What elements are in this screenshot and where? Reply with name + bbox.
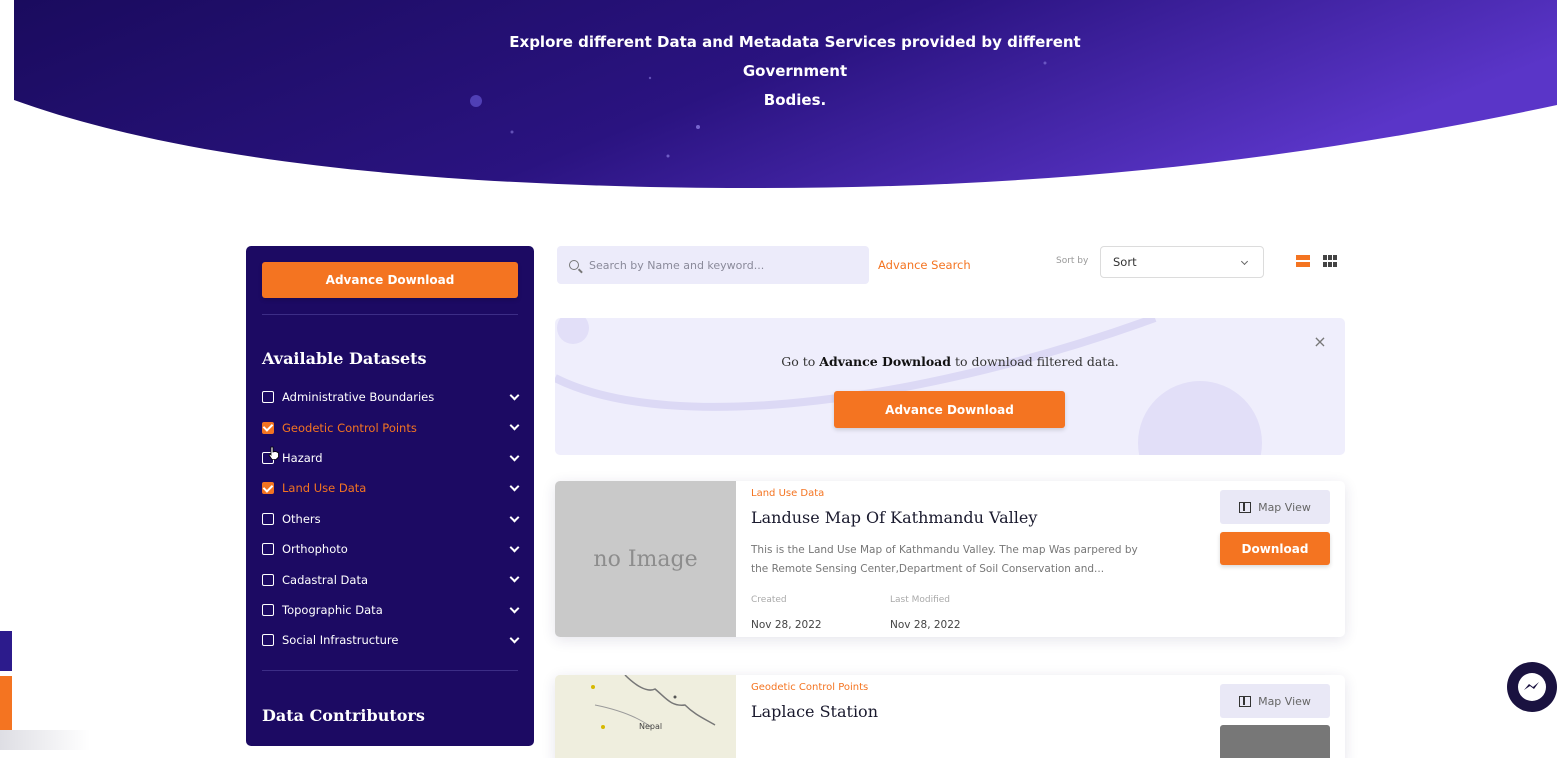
dataset-label: Administrative Boundaries bbox=[282, 390, 435, 405]
map-view-label: Map View bbox=[1258, 500, 1311, 514]
edge-widget-orange[interactable] bbox=[0, 676, 12, 730]
dataset-checkbox[interactable] bbox=[262, 391, 274, 404]
map-icon bbox=[1239, 501, 1252, 513]
chevron-down-icon[interactable] bbox=[509, 542, 520, 553]
created-date: Nov 28, 2022 bbox=[751, 619, 822, 631]
created-label: Created bbox=[751, 595, 787, 605]
chevron-down-icon bbox=[1240, 257, 1249, 266]
hero-tagline-line2: Bodies. bbox=[763, 91, 827, 109]
dataset-label: Orthophoto bbox=[282, 542, 348, 557]
chevron-down-icon[interactable] bbox=[509, 572, 520, 583]
sidebar-divider bbox=[262, 670, 518, 671]
search-bar[interactable] bbox=[557, 246, 869, 284]
dataset-item-others[interactable]: Others bbox=[262, 504, 520, 534]
dataset-item-social-infrastructure[interactable]: Social Infrastructure bbox=[262, 625, 520, 655]
dataset-checkbox[interactable] bbox=[262, 543, 274, 556]
dataset-checkbox[interactable] bbox=[262, 634, 274, 647]
card-category: Land Use Data bbox=[751, 488, 825, 499]
dataset-item-geodetic-control-points[interactable]: Geodetic Control Points bbox=[262, 412, 520, 442]
dataset-label: Cadastral Data bbox=[282, 572, 369, 587]
dataset-checkbox[interactable] bbox=[262, 512, 274, 525]
card-description-line2: the Remote Sensing Center,Department of … bbox=[751, 563, 1105, 575]
data-contributors-heading: Data Contributors bbox=[262, 706, 425, 725]
dataset-item-orthophoto[interactable]: Orthophoto bbox=[262, 534, 520, 564]
available-datasets-heading: Available Datasets bbox=[262, 349, 427, 368]
edge-widget-purple[interactable] bbox=[0, 631, 12, 671]
sidebar-divider bbox=[262, 314, 518, 315]
download-button[interactable] bbox=[1220, 725, 1330, 758]
map-icon bbox=[1239, 695, 1252, 707]
card-description-line1: This is the Land Use Map of Kathmandu Va… bbox=[751, 544, 1138, 556]
chevron-down-icon[interactable] bbox=[509, 481, 520, 492]
page: Explore different Data and Metadata Serv… bbox=[0, 0, 1557, 758]
hand-cursor-icon bbox=[268, 446, 279, 460]
chevron-down-icon[interactable] bbox=[509, 390, 520, 401]
chevron-down-icon[interactable] bbox=[509, 420, 520, 431]
dataset-item-hazard[interactable]: Hazard bbox=[262, 443, 520, 473]
sidebar-advance-download-button[interactable]: Advance Download bbox=[262, 262, 518, 298]
map-view-button[interactable]: Map View bbox=[1220, 490, 1330, 524]
banner-text-bold: Advance Download bbox=[819, 354, 952, 369]
dataset-item-topographic-data[interactable]: Topographic Data bbox=[262, 595, 520, 625]
messenger-chat-button[interactable] bbox=[1507, 662, 1557, 712]
result-card: no Image Land Use Data Landuse Map Of Ka… bbox=[555, 481, 1345, 637]
banner-message: Go to Advance Download to download filte… bbox=[555, 354, 1345, 369]
dataset-checkbox[interactable] bbox=[262, 573, 274, 586]
map-view-label: Map View bbox=[1258, 694, 1311, 708]
filter-sidebar: Advance Download Available Datasets Admi… bbox=[246, 246, 534, 746]
edge-shadow bbox=[0, 730, 90, 750]
card-title[interactable]: Laplace Station bbox=[751, 702, 878, 721]
dataset-label: Geodetic Control Points bbox=[282, 420, 417, 435]
advance-download-banner: Go to Advance Download to download filte… bbox=[555, 318, 1345, 455]
banner-text-before: Go to bbox=[781, 354, 820, 369]
card-category: Geodetic Control Points bbox=[751, 682, 869, 693]
hero-banner: Explore different Data and Metadata Serv… bbox=[0, 0, 1557, 200]
dataset-label: Social Infrastructure bbox=[282, 633, 399, 648]
dataset-label: Hazard bbox=[282, 450, 323, 465]
search-input[interactable] bbox=[589, 258, 849, 272]
list-view-icon[interactable] bbox=[1296, 255, 1310, 267]
dataset-list: Administrative Boundaries Geodetic Contr… bbox=[262, 382, 520, 656]
messenger-icon bbox=[1518, 673, 1546, 701]
dataset-checkbox[interactable] bbox=[262, 421, 274, 434]
grid-view-icon[interactable] bbox=[1323, 255, 1337, 267]
sort-select[interactable]: Sort bbox=[1100, 246, 1264, 278]
dataset-label: Topographic Data bbox=[282, 602, 383, 617]
map-view-button[interactable]: Map View bbox=[1220, 684, 1330, 718]
no-image-placeholder: no Image bbox=[593, 546, 698, 572]
dataset-checkbox[interactable] bbox=[262, 603, 274, 616]
download-button[interactable]: Download bbox=[1220, 532, 1330, 565]
banner-text-after: to download filtered data. bbox=[951, 354, 1119, 369]
advance-search-link[interactable]: Advance Search bbox=[878, 258, 971, 272]
card-description: This is the Land Use Map of Kathmandu Va… bbox=[751, 541, 1201, 579]
dataset-item-administrative-boundaries[interactable]: Administrative Boundaries bbox=[262, 382, 520, 412]
chevron-down-icon[interactable] bbox=[509, 603, 520, 614]
search-icon bbox=[569, 260, 579, 270]
dataset-item-cadastral-data[interactable]: Cadastral Data bbox=[262, 564, 520, 594]
card-title[interactable]: Landuse Map Of Kathmandu Valley bbox=[751, 508, 1037, 527]
dataset-label: Land Use Data bbox=[282, 481, 367, 496]
dataset-label: Others bbox=[282, 511, 321, 526]
result-card: Nepal Geodetic Control Points Laplace St… bbox=[555, 675, 1345, 758]
dataset-checkbox[interactable] bbox=[262, 482, 274, 495]
chevron-down-icon[interactable] bbox=[509, 512, 520, 523]
map-thumbnail-label: Nepal bbox=[639, 722, 662, 731]
chevron-down-icon[interactable] bbox=[509, 633, 520, 644]
hero-tagline: Explore different Data and Metadata Serv… bbox=[460, 28, 1130, 115]
sort-by-label: Sort by bbox=[1056, 256, 1089, 266]
sort-select-value: Sort bbox=[1113, 255, 1137, 269]
banner-decoration bbox=[555, 318, 1262, 455]
last-modified-label: Last Modified bbox=[890, 595, 951, 605]
dataset-item-land-use-data[interactable]: Land Use Data bbox=[262, 473, 520, 503]
card-thumbnail-map[interactable]: Nepal bbox=[555, 675, 736, 758]
last-modified-date: Nov 28, 2022 bbox=[890, 619, 961, 631]
map-thumbnail: Nepal bbox=[555, 675, 736, 758]
banner-advance-download-button[interactable]: Advance Download bbox=[834, 391, 1065, 428]
chevron-down-icon[interactable] bbox=[509, 451, 520, 462]
hero-tagline-line1: Explore different Data and Metadata Serv… bbox=[509, 33, 1081, 80]
close-icon[interactable]: × bbox=[1313, 334, 1327, 350]
card-thumbnail[interactable]: no Image bbox=[555, 481, 736, 637]
